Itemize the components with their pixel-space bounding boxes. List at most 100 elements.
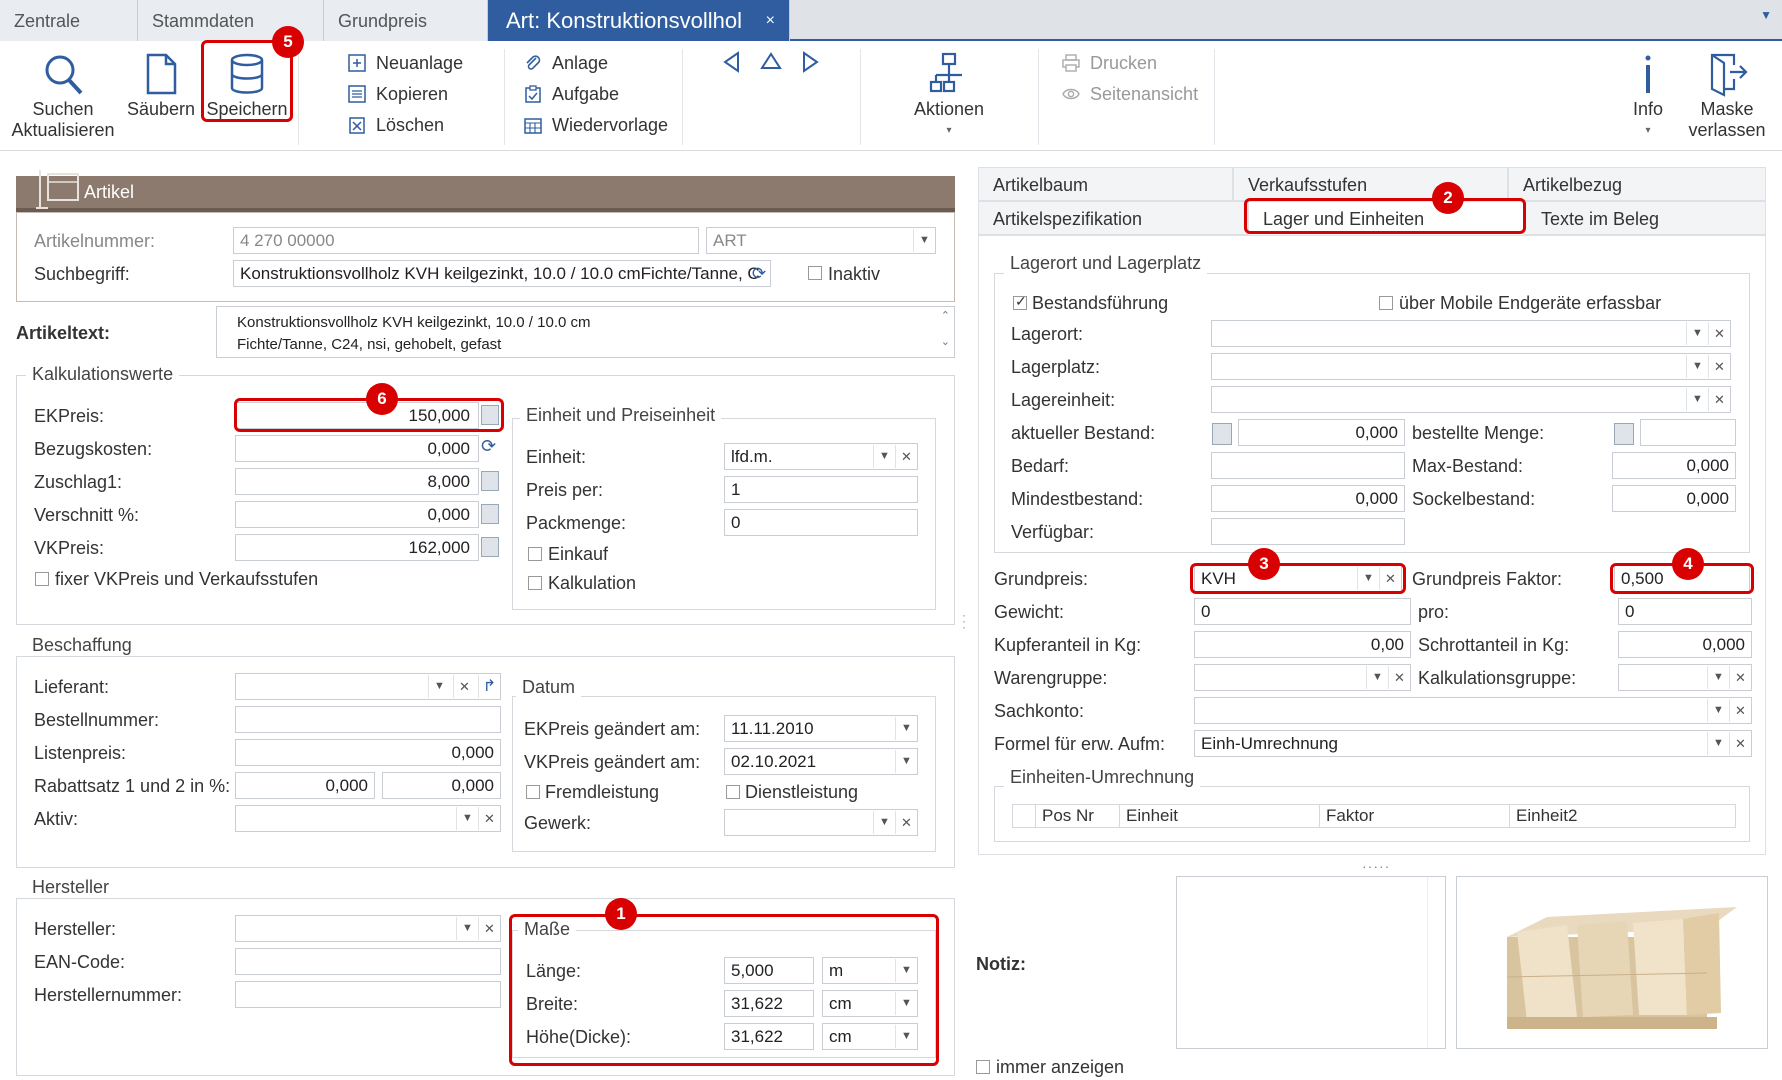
loeschen-button[interactable]: Löschen (344, 113, 444, 137)
info-button[interactable]: Info ▾ (1622, 51, 1674, 141)
sachkonto-select[interactable]: ▼ ✕ (1194, 697, 1752, 724)
calculator-icon[interactable] (1212, 423, 1232, 445)
aufgabe-button[interactable]: Aufgabe (520, 82, 619, 106)
herstellernummer-input[interactable] (235, 981, 501, 1008)
chevron-down-icon[interactable]: ▼ (873, 811, 895, 834)
chevron-down-icon[interactable]: ▼ (1686, 388, 1708, 411)
artikelnummer-input[interactable]: 4 270 00000 (233, 227, 699, 254)
maske-verlassen-button[interactable]: Maske verlassen (1682, 51, 1772, 141)
rabatt1-input[interactable]: 0,000 (235, 772, 375, 799)
fixer-vkpreis-checkbox[interactable] (35, 572, 49, 586)
fremdleistung-checkbox[interactable] (526, 785, 540, 799)
bezugskosten-input[interactable]: 0,000 (235, 435, 479, 462)
clear-icon[interactable]: ✕ (478, 917, 500, 940)
lagerort-select[interactable]: ▼ ✕ (1211, 320, 1731, 347)
close-icon[interactable]: × (766, 0, 775, 42)
chevron-down-icon[interactable]: ▼ (895, 717, 917, 740)
refresh-icon[interactable]: ⟳ (481, 436, 496, 457)
tab-zentrale[interactable]: Zentrale (0, 0, 138, 41)
seitenansicht-button[interactable]: Seitenansicht (1058, 82, 1198, 106)
mindestbestand-input[interactable]: 0,000 (1211, 485, 1405, 512)
col-einheit[interactable]: Einheit (1119, 805, 1319, 827)
clear-icon[interactable]: ✕ (1729, 666, 1751, 689)
suchbegriff-input[interactable]: Konstruktionsvollholz KVH keilgezinkt, 1… (233, 260, 771, 287)
notiz-scrollbar[interactable] (1427, 877, 1445, 1048)
bestandsfuehrung-checkbox[interactable] (1013, 293, 1027, 310)
kalkgruppe-select[interactable]: ▼ ✕ (1618, 664, 1752, 691)
immer-anzeigen-checkbox[interactable] (976, 1060, 990, 1074)
calculator-icon[interactable] (481, 471, 499, 491)
verfuegbar-input[interactable] (1211, 518, 1405, 545)
notiz-textarea[interactable] (1176, 876, 1446, 1049)
inaktiv-checkbox[interactable] (808, 266, 822, 280)
chevron-down-icon[interactable]: ▼ (1760, 8, 1772, 22)
clear-icon[interactable]: ✕ (895, 811, 917, 834)
art-select[interactable]: ART ▼ (706, 227, 936, 254)
aktiv-select[interactable]: ▼ ✕ (235, 805, 501, 832)
lookup-icon[interactable] (1614, 423, 1634, 445)
chevron-down-icon[interactable]: ▼ (1707, 666, 1729, 689)
clear-icon[interactable]: ✕ (453, 675, 475, 698)
chevron-down-icon[interactable]: ▼ (456, 807, 478, 830)
dienstleistung-checkbox[interactable] (726, 785, 740, 799)
tab-grundpreis[interactable]: Grundpreis (324, 0, 488, 41)
refresh-icon[interactable]: ⟳ (748, 262, 770, 285)
ekdatum-input[interactable]: 11.11.2010 ▼ (724, 715, 918, 742)
neuanlage-button[interactable]: Neuanlage (344, 51, 463, 75)
lagereinheit-select[interactable]: ▼ ✕ (1211, 386, 1731, 413)
kopieren-button[interactable]: Kopieren (344, 82, 448, 106)
scroll-down-icon[interactable]: ⌄ (941, 335, 950, 348)
mobile-checkbox[interactable] (1379, 296, 1393, 310)
warengruppe-select[interactable]: ▼ ✕ (1194, 664, 1411, 691)
vkpreis-input[interactable]: 162,000 (235, 534, 479, 561)
formel-select[interactable]: Einh-Umrechnung ▼ ✕ (1194, 730, 1752, 757)
chevron-down-icon[interactable]: ▼ (873, 445, 895, 468)
einheit-select[interactable]: lfd.m. ▼ ✕ (724, 443, 918, 470)
packmenge-input[interactable]: 0 (724, 509, 918, 536)
chevron-down-icon[interactable]: ▼ (1707, 732, 1729, 755)
arrow-left-icon[interactable] (722, 51, 742, 73)
bedarf-input[interactable] (1211, 452, 1405, 479)
chevron-down-icon[interactable]: ▼ (456, 917, 478, 940)
clear-icon[interactable]: ✕ (1729, 699, 1751, 722)
pro-input[interactable]: 0 (1618, 598, 1752, 625)
verschnitt-input[interactable]: 0,000 (235, 501, 479, 528)
col-posnr[interactable]: Pos Nr (1035, 805, 1131, 827)
lieferant-select[interactable]: ▼ ✕ ↱ (235, 673, 501, 700)
bestellt-input[interactable] (1640, 419, 1736, 446)
anlage-button[interactable]: Anlage (520, 51, 608, 75)
drucken-button[interactable]: Drucken (1058, 51, 1157, 75)
sockelbestand-input[interactable]: 0,000 (1612, 485, 1736, 512)
saeubern-button[interactable]: Säubern (124, 51, 198, 120)
clear-icon[interactable]: ✕ (1708, 388, 1730, 411)
tab-artikelspezifikation[interactable]: Artikelspezifikation (978, 201, 1248, 235)
goto-arrow-icon[interactable]: ↱ (478, 675, 500, 698)
aktionen-button[interactable]: Aktionen ▾ (900, 51, 998, 141)
schrott-input[interactable]: 0,000 (1618, 631, 1752, 658)
scroll-up-icon[interactable]: ⌃ (941, 309, 950, 322)
clear-icon[interactable]: ✕ (1388, 666, 1410, 689)
preisper-input[interactable]: 1 (724, 476, 918, 503)
splitter-handle[interactable]: ····· (1362, 858, 1390, 874)
listenpreis-input[interactable]: 0,000 (235, 739, 501, 766)
artikeltext-textarea[interactable]: Konstruktionsvollholz KVH keilgezinkt, 1… (216, 306, 955, 358)
zuschlag-input[interactable]: 8,000 (235, 468, 479, 495)
tab-artikelbezug[interactable]: Artikelbezug (1508, 167, 1766, 201)
chevron-down-icon[interactable]: ▼ (1686, 355, 1708, 378)
chevron-down-icon[interactable]: ▼ (428, 675, 450, 698)
splitter-handle[interactable]: · · · (962, 609, 966, 633)
einkauf-checkbox[interactable] (528, 547, 542, 561)
hersteller-select[interactable]: ▼ ✕ (235, 915, 501, 942)
gewicht-input[interactable]: 0 (1194, 598, 1411, 625)
arrow-up-icon[interactable] (760, 51, 782, 71)
calculator-icon[interactable] (481, 504, 499, 524)
lagerplatz-select[interactable]: ▼ ✕ (1211, 353, 1731, 380)
ean-input[interactable] (235, 948, 501, 975)
clear-icon[interactable]: ✕ (1708, 355, 1730, 378)
bestand-input[interactable]: 0,000 (1238, 419, 1405, 446)
rabatt2-input[interactable]: 0,000 (382, 772, 501, 799)
chevron-down-icon[interactable]: ▼ (1686, 322, 1708, 345)
tab-artikel-active[interactable]: Art: Konstruktionsvollhol × (488, 0, 790, 41)
maxbestand-input[interactable]: 0,000 (1612, 452, 1736, 479)
clear-icon[interactable]: ✕ (895, 445, 917, 468)
